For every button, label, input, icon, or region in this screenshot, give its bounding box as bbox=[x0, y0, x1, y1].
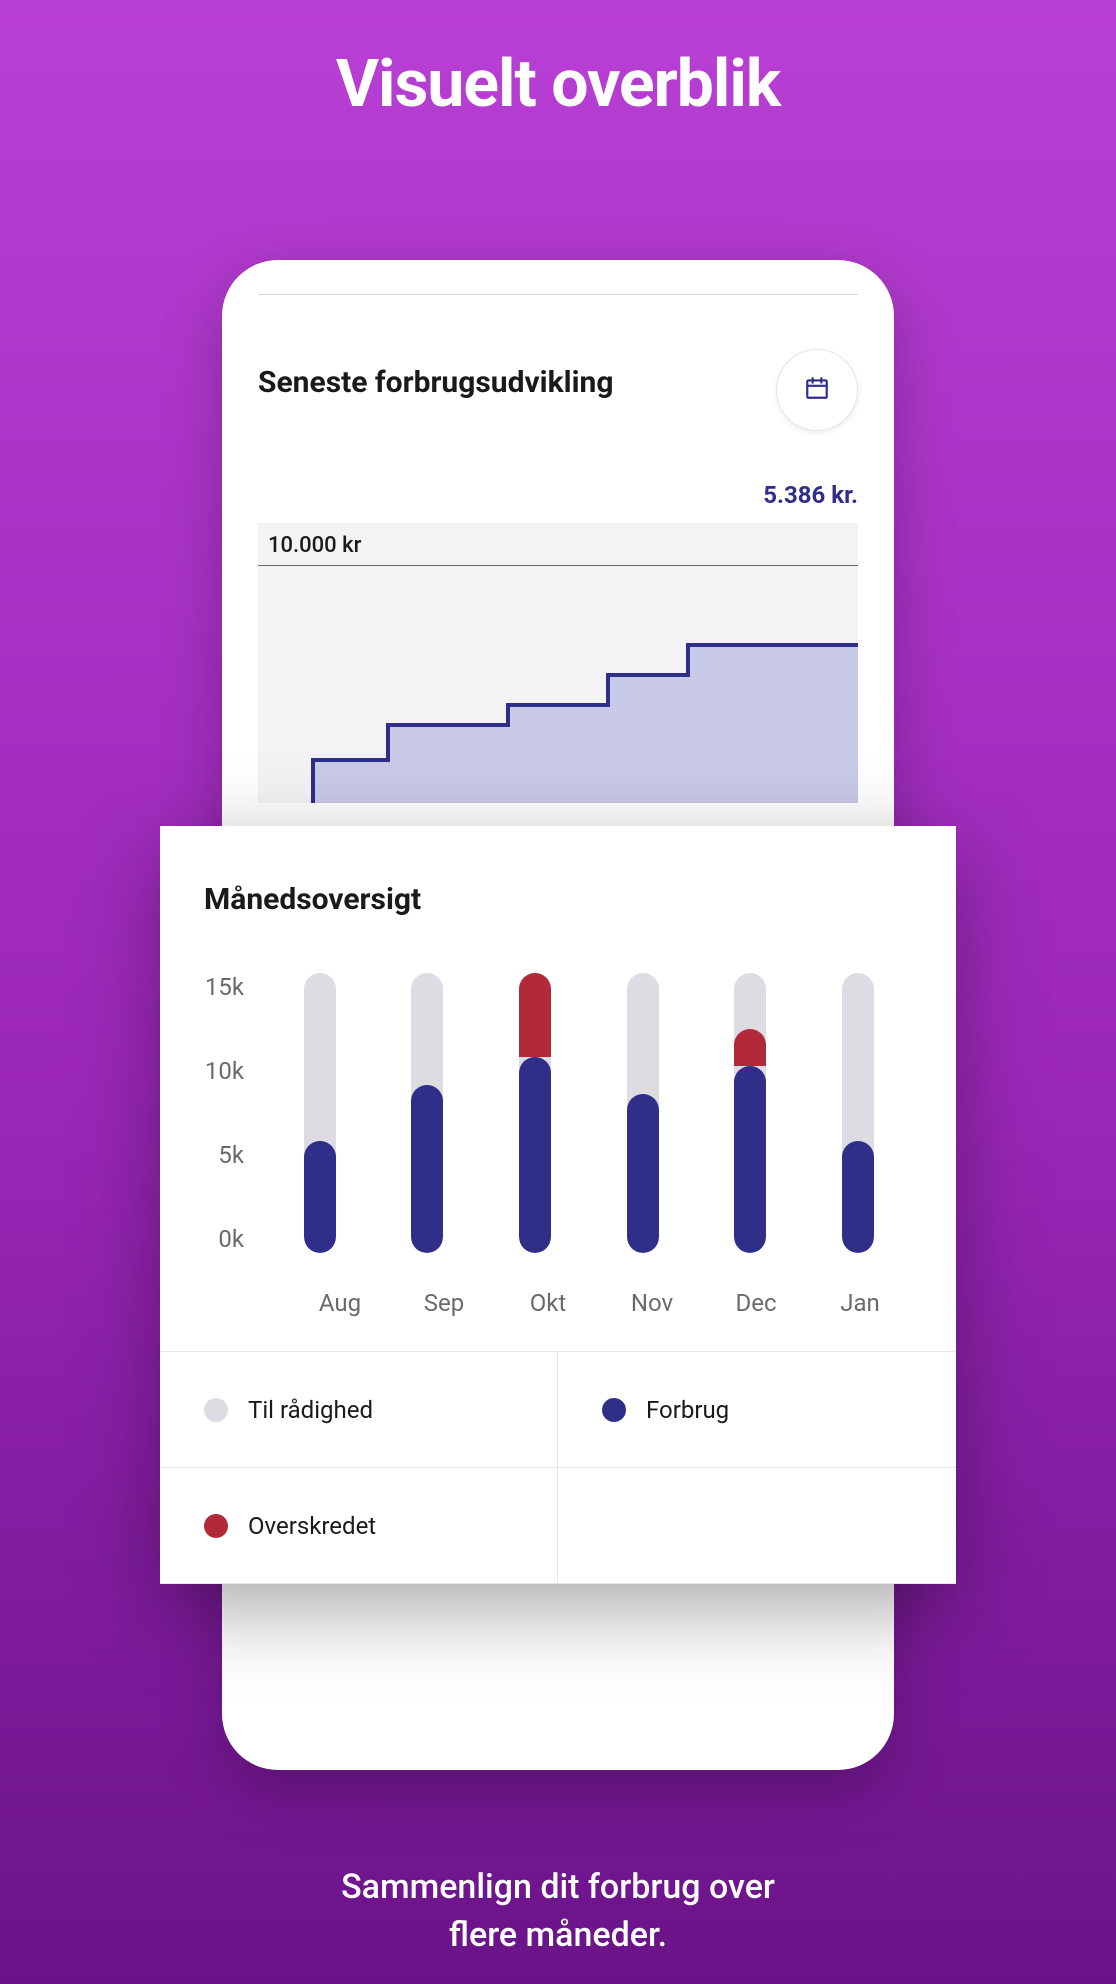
bar[interactable] bbox=[842, 973, 874, 1253]
bar-chart-xaxis: AugSepOktNovDecJan bbox=[288, 1289, 912, 1317]
bar[interactable] bbox=[627, 973, 659, 1253]
legend-dot-blue bbox=[602, 1398, 626, 1422]
promo-subtitle: Sammenlign dit forbrug over flere månede… bbox=[0, 1864, 1116, 1959]
xtick: Nov bbox=[600, 1289, 704, 1317]
xtick: Dec bbox=[704, 1289, 808, 1317]
calendar-icon bbox=[804, 375, 830, 405]
legend-label: Overskredet bbox=[248, 1512, 376, 1540]
legend-item-usage: Forbrug bbox=[558, 1352, 956, 1468]
legend-label: Til rådighed bbox=[248, 1396, 373, 1424]
legend-item-empty bbox=[558, 1468, 956, 1584]
bar-chart-yaxis: 15k 10k 5k 0k bbox=[204, 973, 266, 1253]
legend-item-available: Til rådighed bbox=[160, 1352, 558, 1468]
ytick: 15k bbox=[204, 973, 244, 1001]
bar[interactable] bbox=[304, 973, 336, 1253]
xtick: Okt bbox=[496, 1289, 600, 1317]
monthly-overview-card: Månedsoversigt 15k 10k 5k 0k AugSepOktNo… bbox=[160, 826, 956, 1584]
bar[interactable] bbox=[519, 973, 551, 1253]
step-chart: 10.000 kr bbox=[258, 523, 858, 803]
spending-card-title: Seneste forbrugsudvikling bbox=[258, 365, 613, 400]
step-chart-ymax-label: 10.000 kr bbox=[268, 533, 361, 558]
divider bbox=[258, 294, 858, 295]
legend-item-exceeded: Overskredet bbox=[160, 1468, 558, 1584]
ytick: 0k bbox=[204, 1225, 244, 1253]
xtick: Jan bbox=[808, 1289, 912, 1317]
calendar-button[interactable] bbox=[776, 349, 858, 431]
legend-dot-grey bbox=[204, 1398, 228, 1422]
ytick: 5k bbox=[204, 1141, 244, 1169]
step-chart-svg bbox=[258, 565, 858, 803]
legend: Til rådighed Forbrug Overskredet bbox=[160, 1351, 956, 1584]
ytick: 10k bbox=[204, 1057, 244, 1085]
xtick: Sep bbox=[392, 1289, 496, 1317]
bar[interactable] bbox=[734, 973, 766, 1253]
monthly-overview-title: Månedsoversigt bbox=[204, 882, 912, 917]
xtick: Aug bbox=[288, 1289, 392, 1317]
legend-label: Forbrug bbox=[646, 1396, 729, 1424]
promo-title: Visuelt overblik bbox=[0, 46, 1116, 123]
current-amount: 5.386 kr. bbox=[258, 481, 858, 509]
bar[interactable] bbox=[411, 973, 443, 1253]
bar-chart bbox=[266, 973, 912, 1253]
legend-dot-red bbox=[204, 1514, 228, 1538]
